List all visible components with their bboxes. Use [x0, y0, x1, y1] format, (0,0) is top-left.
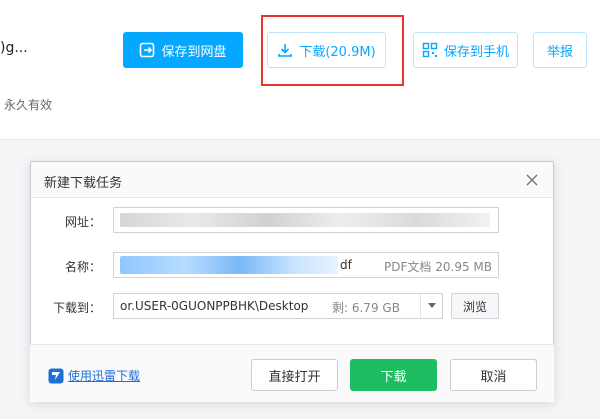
file-title: )g...	[0, 40, 28, 56]
browse-button[interactable]: 浏览	[451, 293, 499, 319]
url-label: 网址：	[64, 215, 101, 229]
save-path-value: or.USER-0GUONPPBHK\Desktop	[120, 299, 309, 313]
url-redacted	[120, 213, 490, 227]
filename-redacted	[120, 256, 338, 274]
save-path-label: 下载到：	[52, 301, 101, 315]
filename-extension: df	[340, 258, 352, 272]
free-space-text: 剩: 6.79 GB	[332, 301, 400, 315]
dropdown-arrow-icon[interactable]	[420, 294, 442, 318]
download-highlight-annotation	[261, 15, 404, 86]
dialog-titlebar: 新建下载任务	[31, 162, 553, 198]
save-to-phone-label: 保存到手机	[443, 44, 509, 60]
share-page-header: )g... 永久有效 保存到网盘 下载(20.9M) 保存到手机 举报	[0, 0, 600, 140]
new-download-dialog: 新建下载任务	[30, 161, 554, 402]
url-field[interactable]	[113, 207, 499, 233]
close-icon	[526, 174, 538, 186]
report-button[interactable]: 举报	[533, 32, 587, 68]
filename-field[interactable]: df PDF文档 20.95 MB	[113, 252, 499, 278]
save-to-phone-button[interactable]: 保存到手机	[413, 32, 518, 68]
save-to-netdisk-label: 保存到网盘	[161, 44, 227, 60]
qrcode-icon	[422, 42, 438, 58]
dialog-title: 新建下载任务	[44, 176, 123, 191]
close-button[interactable]	[523, 171, 541, 189]
save-path-select[interactable]: or.USER-0GUONPPBHK\Desktop 剩: 6.79 GB	[113, 293, 443, 319]
report-label: 举报	[546, 44, 573, 60]
name-label: 名称：	[64, 260, 101, 274]
validity-text: 永久有效	[4, 98, 53, 112]
save-icon	[139, 42, 155, 58]
save-to-netdisk-button[interactable]: 保存到网盘	[123, 32, 243, 68]
file-type-size: PDF文档 20.95 MB	[384, 260, 492, 274]
